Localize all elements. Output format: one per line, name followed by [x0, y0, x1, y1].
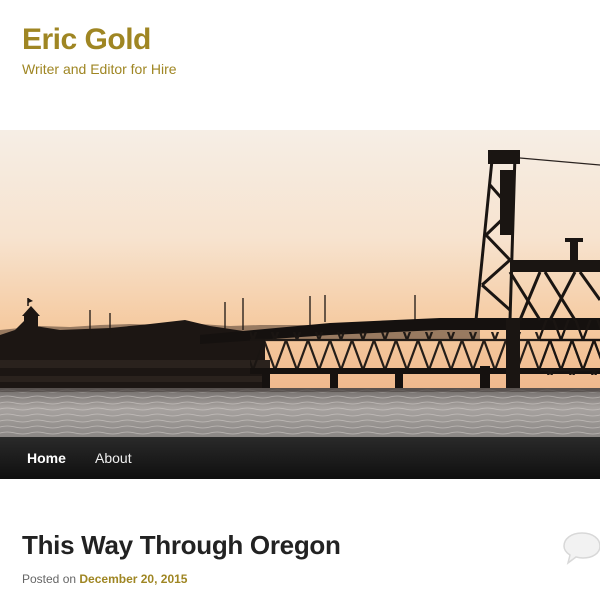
posted-on-label: Posted on [22, 572, 77, 586]
main-navigation: Home About [0, 437, 600, 479]
bridge-sunset-photo [0, 130, 600, 438]
post-title[interactable]: This Way Through Oregon [22, 528, 341, 562]
nav-item-home[interactable]: Home [27, 437, 66, 479]
nav-item-about[interactable]: About [95, 437, 132, 479]
header-image[interactable] [0, 130, 600, 438]
comment-bubble-icon[interactable] [562, 530, 600, 566]
post-meta: Posted on December 20, 2015 [22, 571, 187, 587]
post-date-link[interactable]: December 20, 2015 [79, 572, 187, 586]
site-description: Writer and Editor for Hire [22, 61, 177, 77]
site-header: Eric Gold Writer and Editor for Hire [0, 0, 600, 130]
site-title[interactable]: Eric Gold [22, 22, 151, 58]
